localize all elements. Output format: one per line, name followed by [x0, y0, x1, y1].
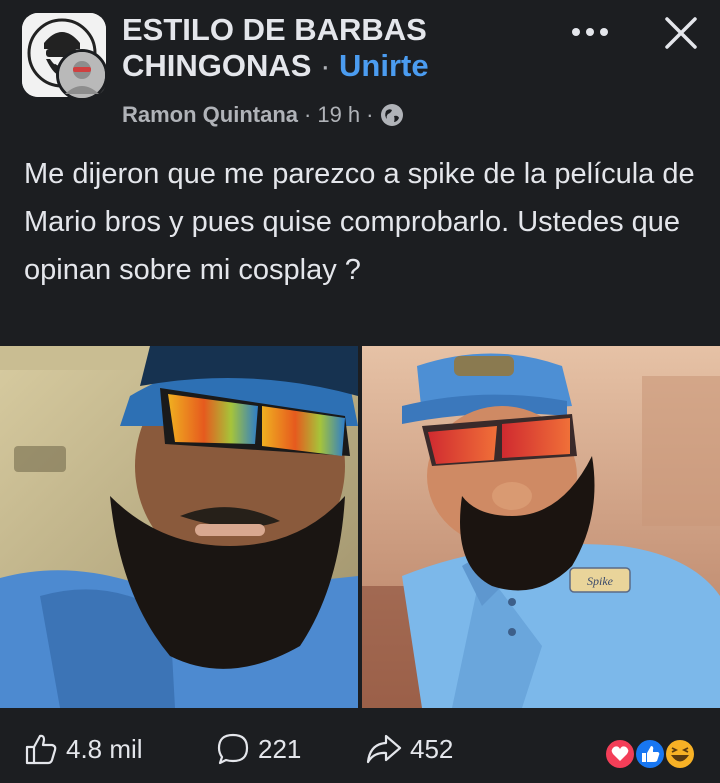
- comment-button[interactable]: 221: [216, 732, 301, 766]
- spike-character-photo: Spike: [362, 346, 720, 708]
- post-header: ESTILO DE BARBAS CHINGONAS · Unirte Ramo…: [0, 0, 720, 140]
- share-button[interactable]: 452: [366, 732, 453, 766]
- meta-separator-2: ·: [366, 102, 374, 127]
- author-avatar[interactable]: [56, 49, 108, 101]
- haha-reaction-icon: [664, 738, 696, 770]
- more-options-button[interactable]: [566, 12, 614, 52]
- ellipsis-icon: [572, 28, 608, 36]
- post-text: Me dijeron que me parezco a spike de la …: [24, 158, 695, 286]
- post-meta: Ramon Quintana · 19 h ·: [122, 102, 404, 128]
- comment-count: 221: [258, 733, 302, 764]
- separator: ·: [320, 48, 331, 83]
- bearded-man-photo: [0, 346, 358, 708]
- close-button[interactable]: [654, 8, 708, 58]
- share-count: 452: [410, 733, 454, 764]
- person-photo-icon: [59, 52, 105, 98]
- photo-right[interactable]: Spike: [362, 346, 720, 708]
- close-icon: [665, 17, 697, 49]
- author-name[interactable]: Ramon Quintana: [122, 102, 298, 128]
- photo-left[interactable]: [0, 346, 358, 708]
- share-arrow-icon: [366, 734, 402, 764]
- like-count: 4.8 mil: [66, 733, 143, 764]
- post-time[interactable]: 19 h: [317, 102, 360, 128]
- thumbs-up-icon: [25, 734, 57, 765]
- group-name[interactable]: ESTILO DE BARBAS CHINGONAS · Unirte: [122, 12, 572, 84]
- meta-separator: ·: [304, 102, 312, 127]
- reactions-summary[interactable]: [604, 734, 704, 774]
- join-button[interactable]: Unirte: [339, 48, 429, 83]
- comment-bubble-icon: [217, 733, 249, 765]
- name-badge: Spike: [587, 574, 614, 588]
- globe-icon: [380, 104, 403, 126]
- reactions-icon: [604, 738, 696, 770]
- action-bar: 4.8 mil 221 452: [0, 708, 720, 783]
- like-button[interactable]: 4.8 mil: [24, 732, 143, 766]
